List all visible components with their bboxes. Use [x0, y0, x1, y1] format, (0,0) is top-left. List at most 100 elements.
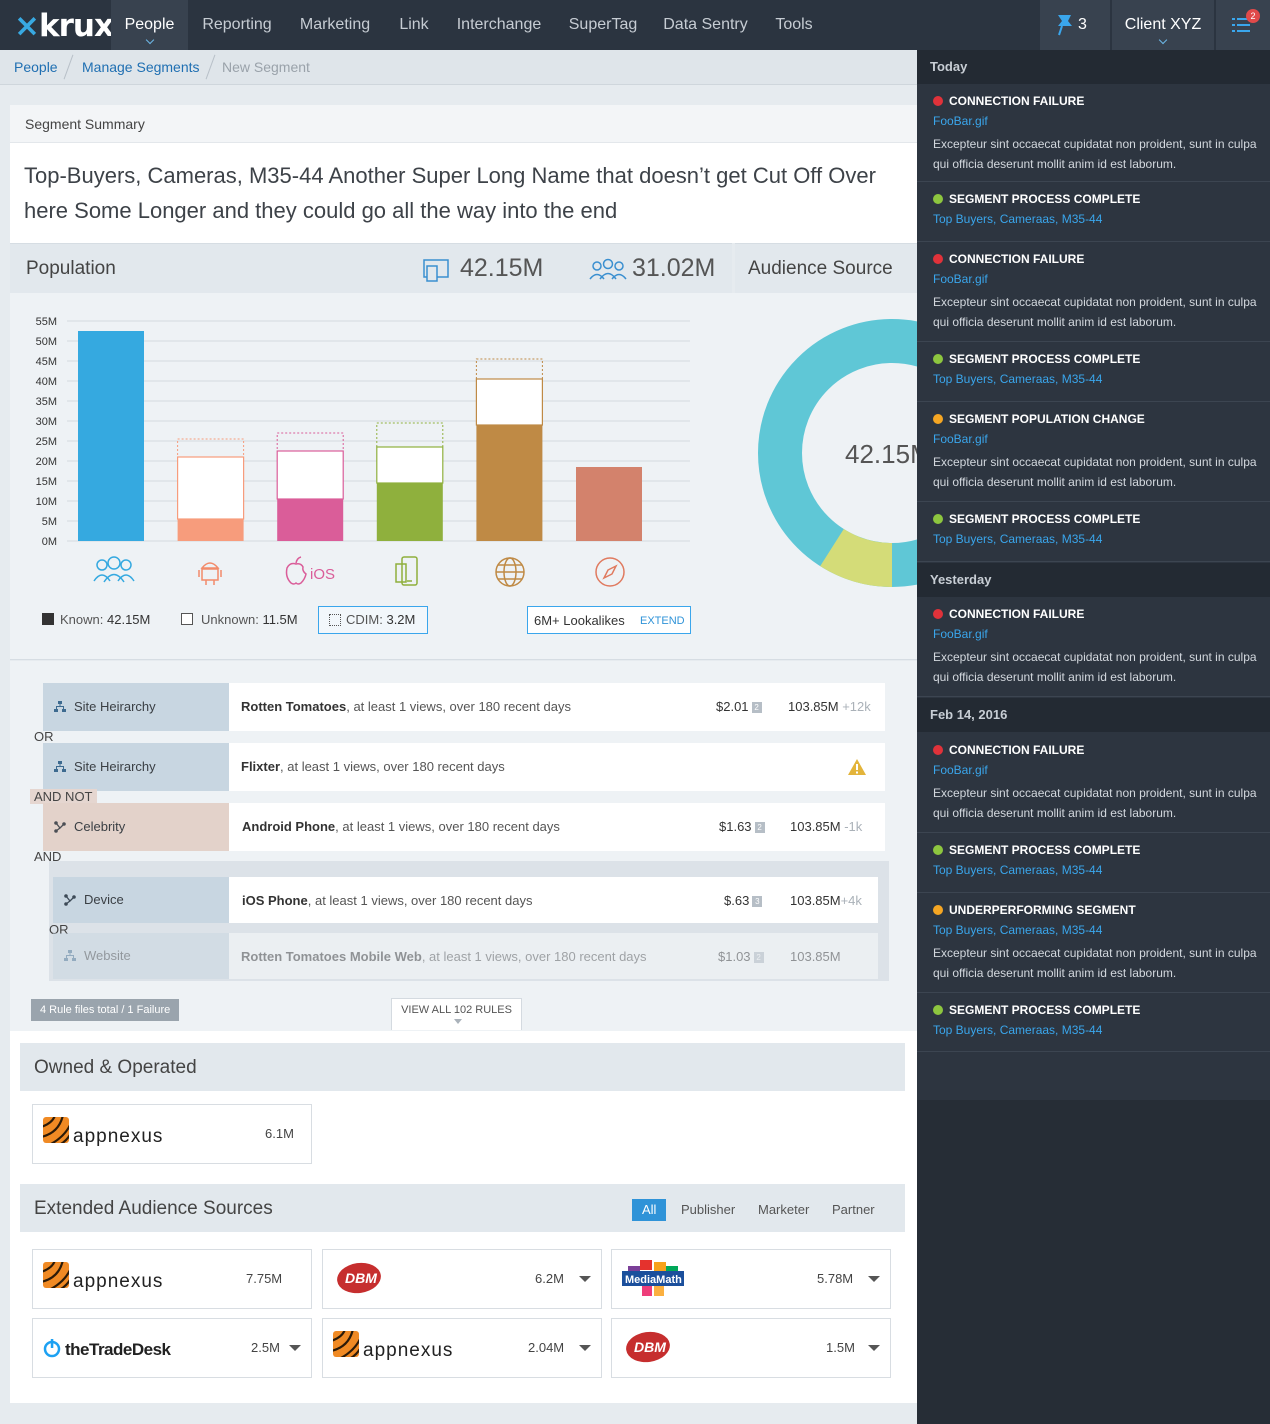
nav-supertag[interactable]: SuperTag	[560, 0, 646, 50]
bar-cdim-mobile-device[interactable]	[376, 422, 444, 448]
source-card-appnexus[interactable]: appnexus 2.04M	[322, 1318, 602, 1378]
bar-known-safari[interactable]	[576, 467, 642, 541]
bar-unknown-android[interactable]	[177, 456, 245, 520]
hierarchy-icon	[54, 701, 66, 712]
notification-item[interactable]: CONNECTION FAILURE FooBar.gif Excepteur si…	[917, 733, 1270, 833]
notification-link[interactable]: FooBar.gif	[933, 627, 988, 641]
source-card-appnexus[interactable]: appnexus 6.1M	[32, 1104, 312, 1164]
svg-text:DBM: DBM	[634, 1339, 666, 1355]
tab-partner[interactable]: Partner	[832, 1199, 875, 1221]
warning-icon[interactable]	[847, 758, 867, 776]
bar-known-android[interactable]	[177, 519, 244, 541]
rule-operator[interactable]: OR	[34, 729, 54, 744]
notification-item[interactable]: CONNECTION FAILURE FooBar.gif Excepteur si…	[917, 597, 1270, 697]
notification-link[interactable]: Top Buyers, Cameraas, M35-44	[933, 212, 1102, 226]
source-card-dbm[interactable]: DBM 6.2M	[322, 1249, 602, 1309]
y-tick-label: 15M	[36, 476, 57, 488]
y-tick-label: 55M	[36, 316, 57, 328]
tab-all[interactable]: All	[632, 1199, 667, 1221]
status-dot-icon	[933, 905, 943, 915]
source-card-mediamath[interactable]: MediaMath 5.78M	[611, 1249, 891, 1309]
notification-item[interactable]: SEGMENT PROCESS COMPLETE Top Buyers, Came…	[917, 502, 1270, 562]
notification-title: SEGMENT POPULATION CHANGE	[933, 412, 1145, 426]
owned-operated-header: Owned & Operated	[20, 1043, 905, 1091]
cdim-swatch	[329, 614, 341, 626]
notifications-button[interactable]: 2	[1216, 0, 1270, 50]
android-icon	[198, 562, 222, 585]
bar-known-people[interactable]	[78, 331, 144, 541]
segment-name[interactable]: Top-Buyers, Cameras, M35-44 Another Supe…	[10, 143, 917, 243]
branch-icon	[54, 821, 66, 833]
lookalikes-button[interactable]: 6M+ Lookalikes EXTEND	[527, 606, 691, 634]
dbm-logo: DBM	[337, 1262, 381, 1294]
nav-link[interactable]: Link	[388, 0, 440, 50]
notification-item[interactable]: SEGMENT PROCESS COMPLETE Top Buyers, Came…	[917, 182, 1270, 242]
notification-link[interactable]: FooBar.gif	[933, 432, 988, 446]
notification-title: SEGMENT PROCESS COMPLETE	[933, 843, 1140, 857]
unknown-legend: Unknown: 11.5M	[201, 612, 298, 627]
donut-segment-secondary[interactable]	[820, 528, 893, 587]
notification-link[interactable]: FooBar.gif	[933, 763, 988, 777]
bar-known-web[interactable]	[476, 425, 543, 541]
dropdown-caret-icon[interactable]	[579, 1345, 591, 1351]
notification-day-header: Yesterday	[917, 563, 1270, 597]
notification-item[interactable]: SEGMENT PROCESS COMPLETE Top Buyers, Came…	[917, 833, 1270, 893]
rule-row[interactable]: Celebrity Android Phone, at least 1 view…	[43, 803, 885, 851]
tab-publisher[interactable]: Publisher	[681, 1199, 735, 1221]
bar-cdim-ios[interactable]	[276, 432, 344, 452]
notification-link[interactable]: Top Buyers, Cameraas, M35-44	[933, 1023, 1102, 1037]
bar-known-mobile-device[interactable]	[376, 483, 443, 541]
notification-item[interactable]: SEGMENT PROCESS COMPLETE Top Buyers, Came…	[917, 993, 1270, 1052]
source-card-dbm[interactable]: DBM 1.5M	[611, 1318, 891, 1378]
rule-row[interactable]: Site Heirarchy Rotten Tomatoes, at least…	[43, 683, 885, 731]
notification-body: Excepteur sint occaecat cupidatat non pr…	[933, 786, 1257, 820]
notification-item[interactable]: SEGMENT PROCESS COMPLETE Top Buyers, Came…	[917, 342, 1270, 402]
dropdown-caret-icon[interactable]	[868, 1276, 880, 1282]
notification-link[interactable]: FooBar.gif	[933, 114, 988, 128]
bar-cdim-web[interactable]	[475, 358, 543, 380]
nav-marketing[interactable]: Marketing	[288, 0, 382, 50]
notification-item[interactable]: CONNECTION FAILURE FooBar.gif Excepteur si…	[917, 242, 1270, 342]
dropdown-caret-icon[interactable]	[289, 1345, 301, 1351]
view-all-rules-button[interactable]: VIEW ALL 102 RULES	[391, 998, 522, 1030]
status-dot-icon	[933, 609, 943, 619]
bar-known-ios[interactable]	[277, 499, 344, 541]
breadcrumb-manage-segments[interactable]: Manage Segments	[82, 59, 200, 75]
notification-link[interactable]: Top Buyers, Cameraas, M35-44	[933, 372, 1102, 386]
nav-interchange[interactable]: Interchange	[447, 0, 551, 50]
extend-link[interactable]: EXTEND	[640, 615, 685, 627]
bar-cdim-android[interactable]	[177, 438, 245, 458]
rule-row[interactable]: Site Heirarchy Flixter, at least 1 views…	[43, 743, 885, 791]
notification-link[interactable]: Top Buyers, Cameraas, M35-44	[933, 532, 1102, 546]
notification-link[interactable]: Top Buyers, Cameraas, M35-44	[933, 863, 1102, 877]
rule-operator[interactable]: AND	[34, 849, 61, 864]
notification-link[interactable]: FooBar.gif	[933, 272, 988, 286]
notification-item[interactable]: CONNECTION FAILURE FooBar.gif Excepteur si…	[917, 84, 1270, 182]
nav-people[interactable]: People	[111, 0, 188, 50]
status-dot-icon	[933, 254, 943, 264]
bar-unknown-web[interactable]	[475, 378, 543, 426]
nav-tools[interactable]: Tools	[765, 0, 823, 50]
rule-description: iOS Phone, at least 1 views, over 180 re…	[242, 893, 533, 908]
client-selector[interactable]: Client XYZ	[1112, 0, 1214, 50]
notification-item[interactable]: SEGMENT POPULATION CHANGE FooBar.gif Excep…	[917, 402, 1270, 502]
tab-marketer[interactable]: Marketer	[758, 1199, 809, 1221]
notification-link[interactable]: Top Buyers, Cameraas, M35-44	[933, 923, 1102, 937]
breadcrumb-people[interactable]: People	[14, 59, 58, 75]
pinned-segments-button[interactable]: 3	[1040, 0, 1110, 50]
nav-data-sentry[interactable]: Data Sentry	[655, 0, 756, 50]
dropdown-caret-icon[interactable]	[868, 1345, 880, 1351]
source-card-tradedesk[interactable]: theTradeDesk 2.5M	[32, 1318, 312, 1378]
krux-logo[interactable]: ×krux	[14, 8, 114, 44]
dropdown-caret-icon[interactable]	[579, 1276, 591, 1282]
rule-operator[interactable]: AND NOT	[30, 789, 97, 804]
nav-reporting[interactable]: Reporting	[190, 0, 284, 50]
bar-unknown-mobile-device[interactable]	[376, 446, 444, 484]
notification-item[interactable]: UNDERPERFORMING SEGMENT Top Buyers, Camer…	[917, 893, 1270, 993]
source-card-appnexus[interactable]: appnexus 7.75M	[32, 1249, 312, 1309]
rule-row[interactable]: Device iOS Phone, at least 1 views, over…	[53, 877, 878, 923]
cdim-legend[interactable]: CDIM: 3.2M	[318, 606, 428, 634]
rule-category: Device	[53, 877, 229, 923]
bar-unknown-ios[interactable]	[276, 450, 344, 500]
rule-row[interactable]: Website Rotten Tomatoes Mobile Web, at l…	[53, 933, 878, 979]
